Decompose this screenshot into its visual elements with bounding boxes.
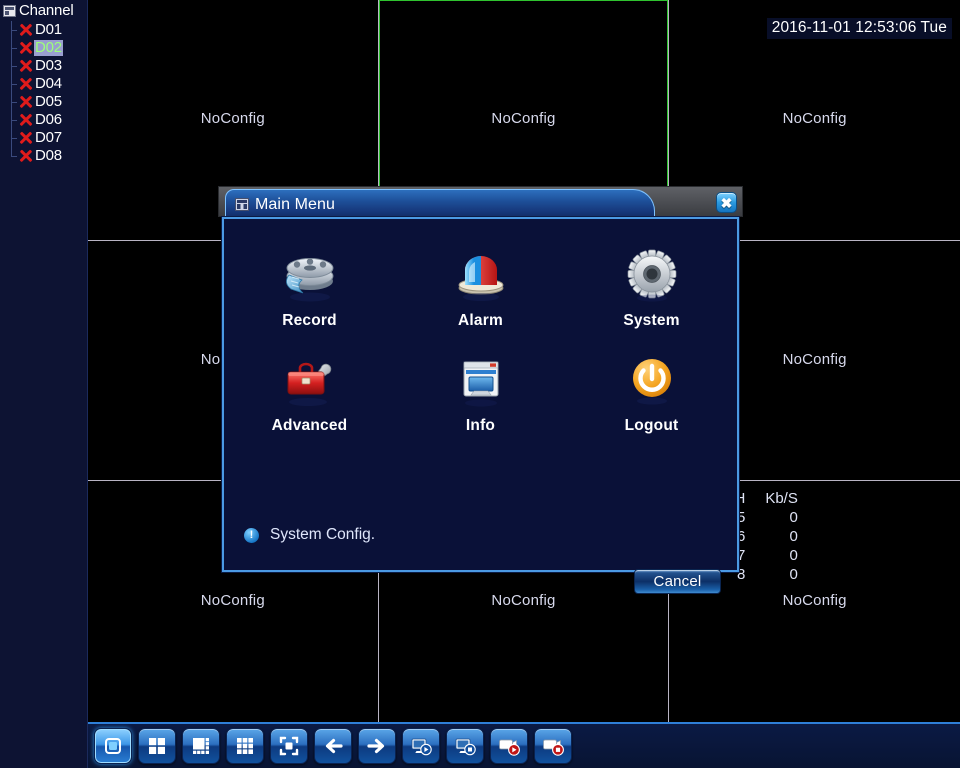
red-x-icon [18, 59, 33, 74]
view-quad-button[interactable] [138, 728, 176, 764]
menu-item-label: Advanced [271, 417, 348, 434]
menu-grid-icon [235, 198, 249, 211]
arrow-right-icon [365, 734, 389, 758]
record-start-button[interactable] [490, 728, 528, 764]
nine-split-view-icon [233, 734, 257, 758]
dialog-title: Main Menu [255, 195, 336, 213]
main-menu-dialog: Main Menu ✖ Record Alarm System Advanced… [218, 186, 743, 594]
channel-item-d04[interactable]: D04 [11, 75, 87, 93]
next-channel-button[interactable] [358, 728, 396, 764]
channel-item-label: D08 [35, 147, 62, 164]
cell-status-text: NoConfig [782, 110, 847, 128]
cancel-button[interactable]: Cancel [634, 569, 721, 594]
monitor-play-icon [409, 734, 433, 758]
menu-item-record[interactable]: Record [224, 247, 395, 330]
view-single-button[interactable] [94, 728, 132, 764]
playback-stop-button[interactable] [446, 728, 484, 764]
channel-item-label: D02 [34, 39, 63, 56]
playback-start-button[interactable] [402, 728, 440, 764]
single-view-icon [101, 734, 125, 758]
red-x-icon [18, 113, 33, 128]
timestamp-overlay: 2016-11-01 12:53:06 Tue [766, 18, 952, 39]
view-fullscreen-button[interactable] [270, 728, 308, 764]
camera-record-stop-icon [541, 734, 565, 758]
channel-item-d06[interactable]: D06 [11, 111, 87, 129]
siren-light-icon [450, 247, 512, 305]
menu-item-label: System [623, 312, 680, 329]
menu-item-info[interactable]: Info [395, 352, 566, 435]
close-icon[interactable]: ✖ [716, 192, 737, 213]
bottom-toolbar [88, 722, 960, 768]
fullscreen-icon [277, 734, 301, 758]
red-x-icon [18, 149, 33, 164]
channel-item-label: D04 [35, 75, 62, 92]
red-x-icon [18, 41, 33, 56]
cell-status-text: NoConfig [782, 350, 847, 368]
dialog-titlebar: Main Menu ✖ [218, 186, 743, 219]
sidebar-header: Channel [0, 0, 87, 20]
channel-item-label: D01 [35, 21, 62, 38]
info-icon [244, 527, 259, 543]
menu-item-system[interactable]: System [566, 247, 737, 330]
dialog-status-row: System Config. [244, 526, 375, 544]
sidebar-header-label: Channel [19, 2, 74, 19]
red-x-icon [18, 131, 33, 146]
channel-item-label: D03 [35, 57, 62, 74]
monitor-stop-icon [453, 734, 477, 758]
toolbox-wrench-icon [279, 352, 341, 410]
table-cell: 0 [789, 528, 798, 546]
menu-item-alarm[interactable]: Alarm [395, 247, 566, 330]
cell-status-text: NoConfig [491, 592, 556, 610]
table-cell: 0 [789, 547, 798, 565]
film-reel-icon [279, 247, 341, 305]
power-icon [621, 352, 683, 410]
red-x-icon [18, 77, 33, 92]
table-cell: 0 [789, 566, 798, 584]
gear-icon [621, 247, 683, 305]
menu-icon-grid: Record Alarm System Advanced Info Logout [224, 247, 737, 435]
monitor-window-icon [450, 352, 512, 410]
view-six-button[interactable] [182, 728, 220, 764]
view-nine-button[interactable] [226, 728, 264, 764]
channel-list: D01 D02 D03 D04 D05 D06 D07 D08 [0, 21, 87, 165]
six-split-view-icon [189, 734, 213, 758]
menu-item-logout[interactable]: Logout [566, 352, 737, 435]
close-glyph: ✖ [720, 194, 733, 211]
channel-item-d08[interactable]: D08 [11, 147, 87, 165]
channel-item-label: D05 [35, 93, 62, 110]
arrow-left-icon [321, 734, 345, 758]
red-x-icon [18, 95, 33, 110]
channel-item-d01[interactable]: D01 [11, 21, 87, 39]
dialog-body: Record Alarm System Advanced Info Logout… [222, 217, 739, 594]
channel-item-d05[interactable]: D05 [11, 93, 87, 111]
table-header-cell: Kb/S [765, 490, 798, 508]
menu-item-advanced[interactable]: Advanced [224, 352, 395, 435]
window-list-icon [3, 4, 16, 17]
red-x-icon [18, 23, 33, 38]
menu-item-label: Logout [624, 417, 679, 434]
record-stop-button[interactable] [534, 728, 572, 764]
dialog-title-tab: Main Menu [225, 189, 655, 219]
dialog-status-text: System Config. [270, 526, 376, 543]
camera-record-play-icon [497, 734, 521, 758]
cell-status-text: NoConfig [200, 592, 265, 610]
cell-status-text: NoConfig [491, 110, 556, 128]
channel-item-d07[interactable]: D07 [11, 129, 87, 147]
menu-item-label: Record [282, 312, 337, 329]
menu-item-label: Alarm [458, 312, 503, 329]
channel-item-label: D06 [35, 111, 62, 128]
previous-channel-button[interactable] [314, 728, 352, 764]
channel-item-d02[interactable]: D02 [11, 39, 87, 57]
channel-sidebar: Channel D01 D02 D03 D04 D05 D06 D07 D08 [0, 0, 88, 768]
cancel-button-label: Cancel [653, 573, 702, 590]
menu-item-label: Info [465, 417, 496, 434]
table-cell: 0 [789, 509, 798, 527]
channel-item-label: D07 [35, 129, 62, 146]
quad-view-icon [145, 734, 169, 758]
channel-item-d03[interactable]: D03 [11, 57, 87, 75]
cell-status-text: NoConfig [200, 110, 265, 128]
